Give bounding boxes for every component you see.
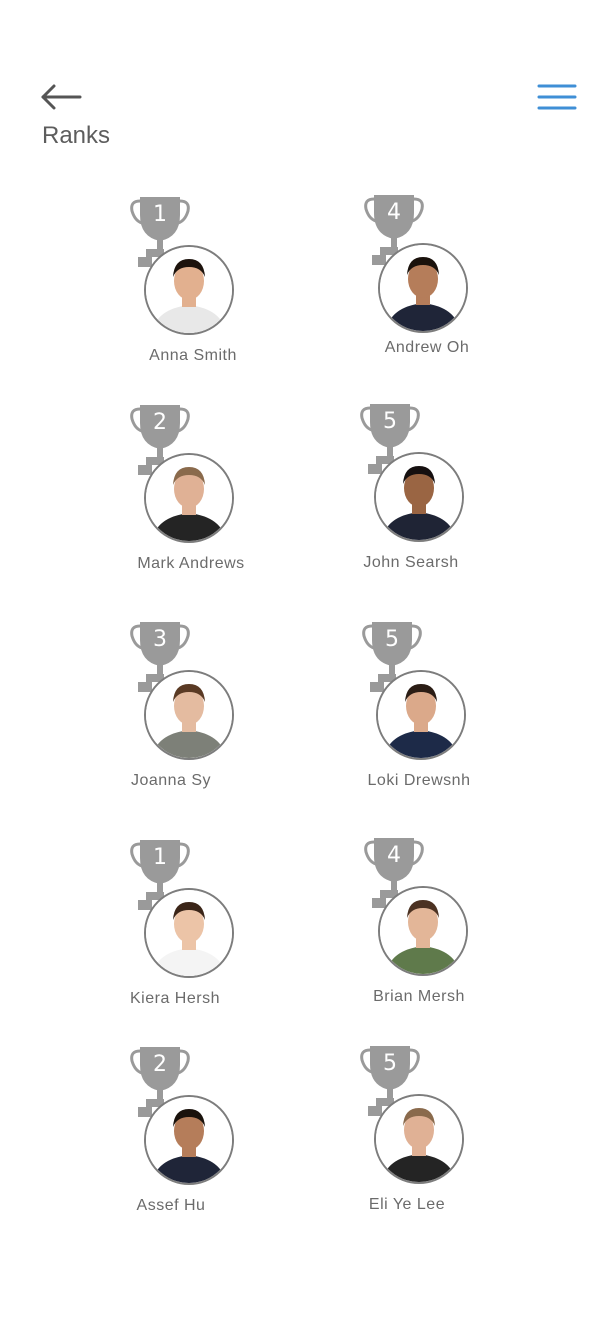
back-arrow-icon[interactable]: [40, 82, 84, 112]
rank-number: 2: [153, 410, 167, 435]
player-card[interactable]: 1 Kiera Hersh: [130, 836, 300, 1026]
rank-number: 5: [383, 409, 397, 434]
player-card[interactable]: 4 Brian Mersh: [364, 834, 534, 1024]
rank-number: 4: [387, 843, 401, 868]
player-name: Andrew Oh: [384, 339, 470, 356]
avatar[interactable]: [144, 453, 234, 543]
avatar[interactable]: [374, 452, 464, 542]
avatar[interactable]: [374, 1094, 464, 1184]
player-card[interactable]: 3 Joanna Sy: [130, 618, 300, 808]
player-name: Eli Ye Lee: [368, 1196, 446, 1213]
rank-number: 2: [153, 1052, 167, 1077]
page-title: Ranks: [42, 122, 111, 149]
avatar[interactable]: [144, 888, 234, 978]
player-name: Mark Andrews: [137, 555, 245, 572]
player-name: Loki Drewsnh: [367, 772, 471, 789]
player-name: Assef Hu: [136, 1197, 206, 1214]
rank-number: 4: [387, 200, 401, 225]
avatar[interactable]: [378, 886, 468, 976]
player-card[interactable]: 5 John Searsh: [360, 400, 530, 590]
player-name: Kiera Hersh: [130, 990, 220, 1007]
player-card[interactable]: 2 Mark Andrews: [130, 401, 300, 591]
player-name: Brian Mersh: [373, 988, 465, 1005]
player-card[interactable]: 2 Assef Hu: [130, 1043, 300, 1233]
avatar[interactable]: [144, 245, 234, 335]
player-name: John Searsh: [363, 554, 459, 571]
avatar[interactable]: [376, 670, 466, 760]
player-card[interactable]: 4 Andrew Oh: [364, 191, 534, 381]
avatar[interactable]: [144, 670, 234, 760]
avatar[interactable]: [144, 1095, 234, 1185]
rank-number: 5: [383, 1051, 397, 1076]
rank-number: 3: [153, 627, 167, 652]
player-name: Joanna Sy: [130, 772, 212, 789]
player-name: Anna Smith: [149, 347, 237, 364]
player-card[interactable]: 5 Loki Drewsnh: [362, 618, 532, 808]
hamburger-menu-icon[interactable]: [536, 82, 578, 112]
rank-number: 1: [153, 202, 167, 227]
player-card[interactable]: 1 Anna Smith: [130, 193, 300, 383]
avatar[interactable]: [378, 243, 468, 333]
rank-number: 1: [153, 845, 167, 870]
rank-number: 5: [385, 627, 399, 652]
player-card[interactable]: 5 Eli Ye Lee: [360, 1042, 530, 1232]
